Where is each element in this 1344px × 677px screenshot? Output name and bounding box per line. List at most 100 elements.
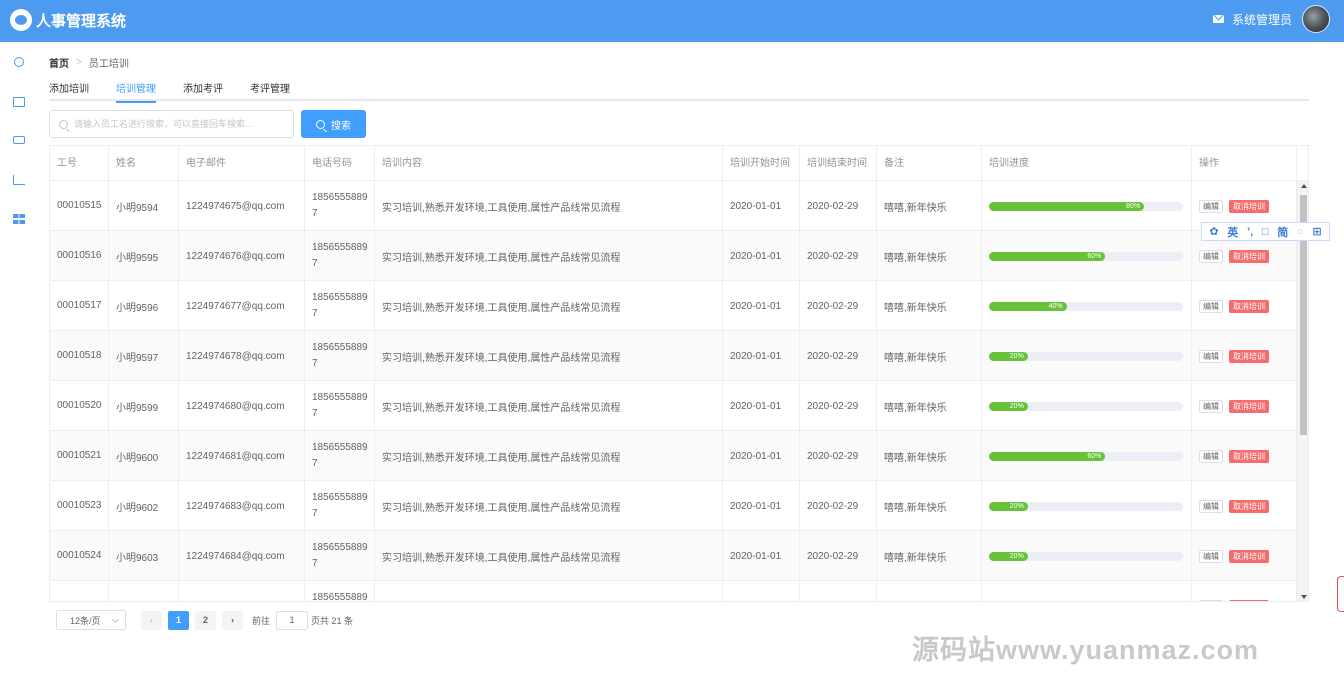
user-icon[interactable] <box>14 57 24 67</box>
column-header[interactable]: 培训结束时间 <box>800 146 877 181</box>
ime-mode[interactable]: 简 <box>1277 224 1288 240</box>
cancel-training-button[interactable]: 取消培训 <box>1229 449 1269 463</box>
progress-bar: 20% <box>989 602 1183 603</box>
cancel-training-button[interactable]: 取消培训 <box>1229 549 1269 563</box>
cell-email: 1224974683@qq.com <box>179 481 305 531</box>
table-row[interactable]: 00010520 小明9599 1224974680@qq.com 185655588… <box>50 381 1297 431</box>
search-button[interactable]: 搜索 <box>301 110 366 138</box>
user-icon[interactable]: ○ <box>1297 226 1304 238</box>
table-row[interactable]: 00010517 小明9596 1224974677@qq.com 185655588… <box>50 281 1297 331</box>
column-header[interactable]: 培训开始时间 <box>723 146 800 181</box>
ime-lang[interactable]: 英 <box>1227 224 1238 240</box>
side-handle[interactable] <box>1337 576 1344 612</box>
cell-id: 00010516 <box>50 231 109 281</box>
cell-content: 实习培训,熟悉开发环境,工具使用,属性产品线常见流程 <box>375 581 723 601</box>
cell-email: 1224974676@qq.com <box>179 231 305 281</box>
app-logo[interactable]: 人事管理系统 <box>10 9 126 31</box>
edit-button[interactable]: 编辑 <box>1199 599 1223 601</box>
column-header[interactable]: 备注 <box>877 146 982 181</box>
edit-button[interactable]: 编辑 <box>1199 299 1223 313</box>
cancel-training-button[interactable]: 取消培训 <box>1229 399 1269 413</box>
progress-bar: 40% <box>989 301 1183 311</box>
cell-name: 小明9600 <box>109 431 179 481</box>
table-row[interactable]: 小明96041224974685@qq.com18565558897实习培训,熟… <box>50 581 1297 603</box>
edit-button[interactable]: 编辑 <box>1199 249 1223 263</box>
page-button[interactable]: 1 <box>168 610 189 630</box>
scroll-down-icon[interactable] <box>1301 595 1307 599</box>
cell-id: 00010517 <box>50 281 109 331</box>
chevron-right-icon[interactable]: › <box>222 610 243 630</box>
column-header[interactable]: 电话号码 <box>305 146 375 181</box>
edit-button[interactable]: 编辑 <box>1199 449 1223 463</box>
edit-button[interactable]: 编辑 <box>1199 349 1223 363</box>
tab-add-training[interactable]: 添加培训 <box>49 80 89 100</box>
cell-name: 小明9597 <box>109 331 179 381</box>
column-header[interactable]: 培训内容 <box>375 146 723 181</box>
tab-training-manage[interactable]: 培训管理 <box>116 80 156 103</box>
table-row[interactable]: 00010521 小明9600 1224974681@qq.com 185655588… <box>50 431 1297 481</box>
cell-email: 1224974680@qq.com <box>179 381 305 431</box>
progress-cell: 80% <box>982 181 1192 231</box>
actions-cell: 编辑取消培训 <box>1192 281 1297 331</box>
column-header[interactable]: 操作 <box>1192 146 1297 181</box>
column-header[interactable]: 电子邮件 <box>179 146 305 181</box>
progress-fill: 20% <box>989 401 1028 411</box>
chart-icon[interactable] <box>13 175 25 185</box>
edit-button[interactable]: 编辑 <box>1199 499 1223 513</box>
cell-remark: 嘻嘻,新年快乐 <box>877 281 982 331</box>
scroll-up-icon[interactable] <box>1301 184 1307 188</box>
progress-bar: 60% <box>989 251 1183 261</box>
grid-icon[interactable]: ⊞ <box>1312 225 1321 238</box>
column-header[interactable]: 姓名 <box>109 146 179 181</box>
cancel-training-button[interactable]: 取消培训 <box>1229 499 1269 513</box>
pagination: 12条/页 ‹ 1 2 › 前往 页共 21 条 <box>56 610 353 630</box>
page-button[interactable]: 2 <box>195 610 216 630</box>
cancel-training-button[interactable]: 取消培训 <box>1229 599 1269 601</box>
table-row[interactable]: 00010516 小明9595 1224974676@qq.com 185655588… <box>50 231 1297 281</box>
table-row[interactable]: 00010518 小明9597 1224974678@qq.com 185655588… <box>50 331 1297 381</box>
avatar[interactable] <box>1302 5 1330 33</box>
search-input[interactable] <box>74 119 284 129</box>
cancel-training-button[interactable]: 取消培训 <box>1229 349 1269 363</box>
money-icon[interactable] <box>13 136 25 144</box>
cell-phone: 18565558897 <box>305 581 375 601</box>
cell-end: 2020-02-29 <box>800 181 877 231</box>
cell-name: 小明9602 <box>109 481 179 531</box>
page-size-select[interactable]: 12条/页 <box>56 610 126 630</box>
cell-start: 2020-01-01 <box>723 381 800 431</box>
cancel-training-button[interactable]: 取消培训 <box>1229 249 1269 263</box>
table-row[interactable]: 00010515 小明9594 1224974675@qq.com 185655588… <box>50 181 1297 231</box>
edit-button[interactable]: 编辑 <box>1199 199 1223 213</box>
cell-start: 2020-01-01 <box>723 231 800 281</box>
cell-content: 实习培训,熟悉开发环境,工具使用,属性产品线常见流程 <box>375 381 723 431</box>
id-card-icon[interactable] <box>13 97 25 107</box>
table-scrollbar[interactable] <box>1297 181 1308 601</box>
column-header[interactable]: 培训进度 <box>982 146 1192 181</box>
progress-cell: 20% <box>982 581 1192 603</box>
actions-cell: 编辑取消培训 <box>1192 531 1297 581</box>
cell-content: 实习培训,熟悉开发环境,工具使用,属性产品线常见流程 <box>375 181 723 231</box>
goto-page-input[interactable] <box>276 610 309 630</box>
tab-add-review[interactable]: 添加考评 <box>183 80 223 100</box>
mail-icon[interactable] <box>1212 15 1224 23</box>
breadcrumb-home[interactable]: 首页 <box>49 55 69 70</box>
edit-button[interactable]: 编辑 <box>1199 399 1223 413</box>
punctuation-icon[interactable]: ’, <box>1247 226 1253 238</box>
user-name[interactable]: 系统管理员 <box>1232 11 1292 28</box>
windows-icon[interactable] <box>13 214 25 224</box>
chevron-left-icon[interactable]: ‹ <box>141 610 162 630</box>
edit-button[interactable]: 编辑 <box>1199 549 1223 563</box>
column-header[interactable]: 工号 <box>50 146 109 181</box>
cell-phone: 18565558897 <box>305 181 375 231</box>
search-icon <box>316 119 325 129</box>
progress-fill: 20% <box>989 501 1028 511</box>
user-menu[interactable]: 系统管理员 <box>1212 5 1330 33</box>
cell-email: 1224974678@qq.com <box>179 331 305 381</box>
table-row[interactable]: 00010523 小明9602 1224974683@qq.com 185655588… <box>50 481 1297 531</box>
cancel-training-button[interactable]: 取消培训 <box>1229 299 1269 313</box>
paw-icon[interactable]: ✿ <box>1209 225 1218 238</box>
tab-review-manage[interactable]: 考评管理 <box>250 80 290 100</box>
table-row[interactable]: 00010524 小明9603 1224974684@qq.com 185655588… <box>50 531 1297 581</box>
cancel-training-button[interactable]: 取消培训 <box>1229 199 1269 213</box>
keyboard-icon[interactable]: □ <box>1262 226 1269 238</box>
